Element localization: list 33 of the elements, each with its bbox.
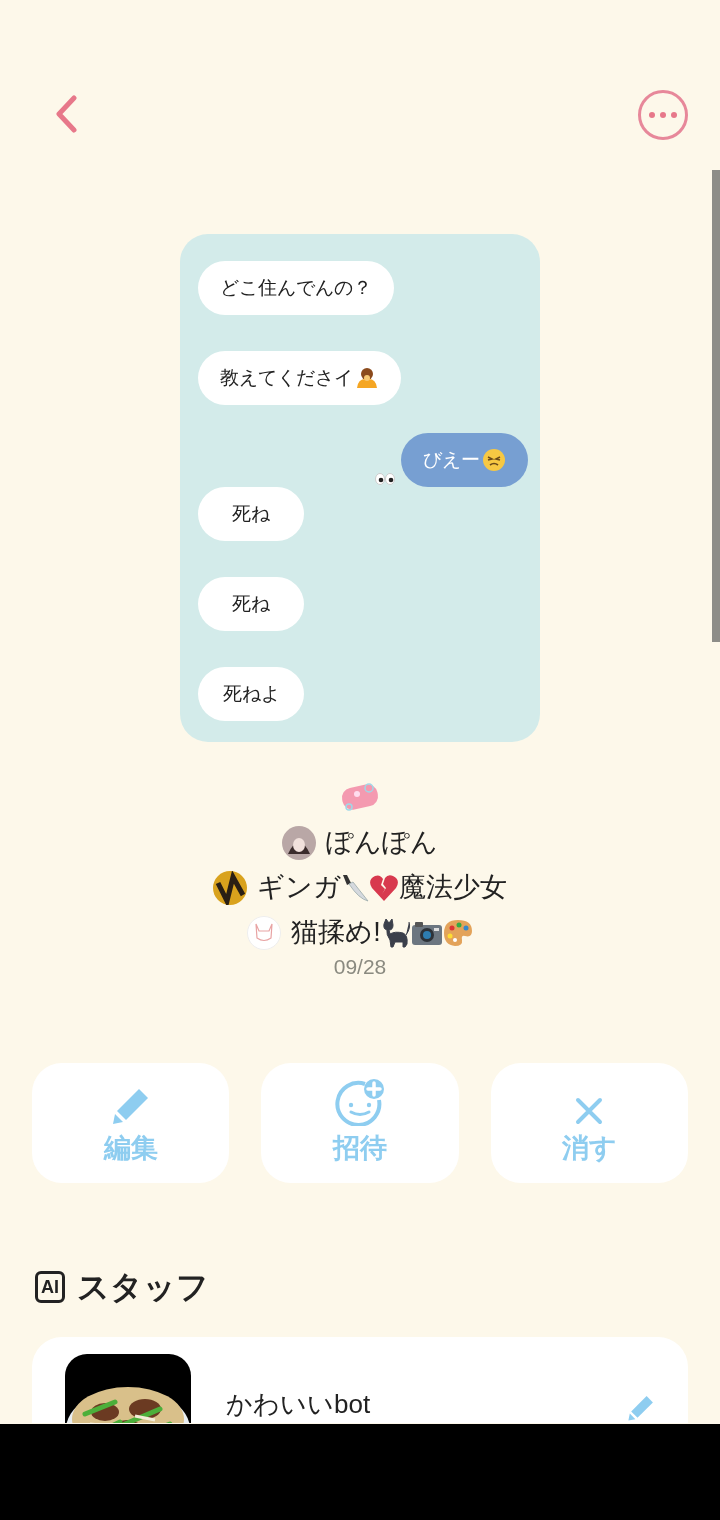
more-options-button[interactable]: [638, 90, 688, 140]
member-avatar: [282, 825, 316, 860]
pencil-icon: [110, 1086, 151, 1127]
message-bubble: 教えてくださイ: [198, 351, 401, 405]
message-bubble: どこ住んでんの？: [198, 261, 394, 315]
member-tag: 魔法少女: [399, 867, 507, 908]
bowing-person-icon: [355, 367, 379, 389]
camera-icon: [410, 919, 443, 946]
section-title: スタッフ: [77, 1267, 209, 1307]
action-button[interactable]: 消す: [490, 1062, 688, 1183]
add-person-icon: [335, 1078, 385, 1127]
member-avatar: [213, 870, 247, 905]
grimacing-face-icon: [482, 448, 506, 472]
cat-icon: [380, 917, 411, 948]
edit-button[interactable]: [627, 1393, 655, 1422]
staff-name: かわいいbot: [226, 1387, 372, 1420]
message-bubble: 死ねよ: [198, 667, 304, 721]
member-avatar: [247, 915, 282, 950]
knife-icon: [341, 872, 369, 903]
member-name: ギンガ: [257, 871, 341, 905]
ai-badge: AI: [35, 1270, 65, 1303]
date-label: 09/28: [333, 954, 387, 980]
message-bubble: 死ね: [198, 577, 304, 631]
action-button[interactable]: 編集: [32, 1062, 230, 1183]
eyes-icon: [375, 473, 395, 485]
message-bubble: 死ね: [198, 487, 304, 541]
member-name: ぽんぽん: [326, 826, 438, 860]
member-name: 猫揉め!: [291, 916, 381, 950]
palette-icon: [442, 918, 473, 947]
action-button[interactable]: 招待: [261, 1062, 459, 1183]
close-icon: [574, 1096, 605, 1127]
message-bubble: びえー: [401, 433, 528, 487]
broken-heart-icon: [369, 873, 399, 902]
